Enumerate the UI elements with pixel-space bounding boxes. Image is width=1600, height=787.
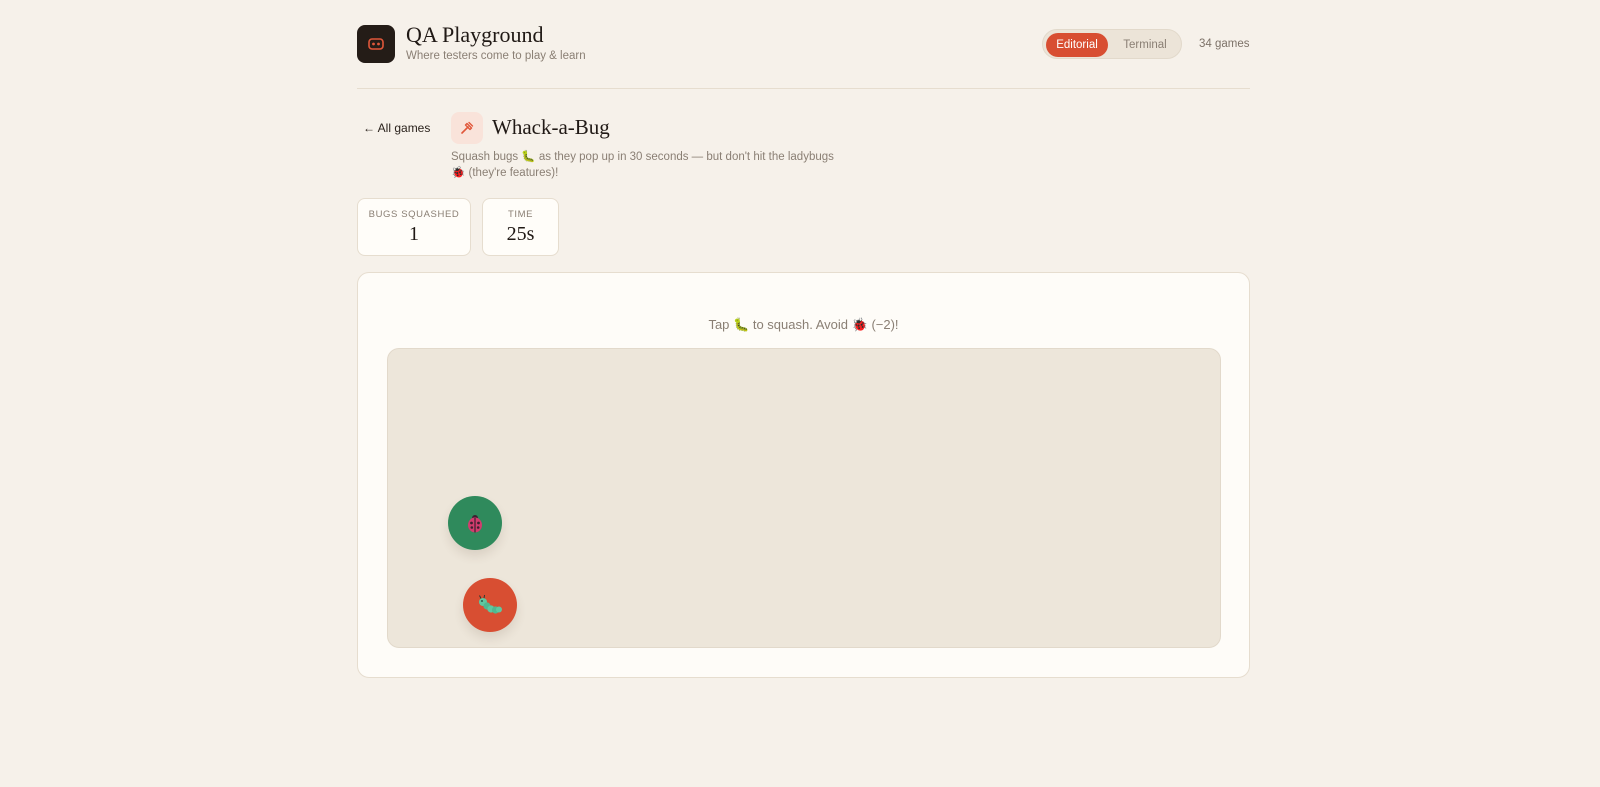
ladybug-icon: 🐞	[851, 317, 868, 332]
caterpillar-icon: 🐛	[733, 317, 750, 332]
instructions-text-1: Tap	[708, 317, 730, 332]
page: QA Playground Where testers come to play…	[0, 0, 1600, 787]
instructions-text-2: to squash. Avoid	[752, 317, 849, 332]
description-text-3: (they're features)!	[468, 167, 559, 179]
game-title: Whack-a-Bug	[492, 115, 610, 139]
description-text-1: Squash bugs	[451, 151, 519, 163]
time-stat: TIME 25s	[482, 198, 559, 256]
instructions-text-3: (−2)!	[871, 317, 899, 332]
ladybug-icon	[468, 515, 482, 533]
play-area	[387, 348, 1221, 648]
bugs-squashed-stat: BUGS SQUASHED 1	[357, 198, 471, 256]
game-board: Tap 🐛 to squash. Avoid 🐞 (−2)!	[357, 272, 1250, 678]
ladybug-icon: 🐞	[451, 167, 466, 179]
game-instructions: Tap 🐛 to squash. Avoid 🐞 (−2)!	[358, 317, 1249, 333]
site-subtitle: Where testers come to play & learn	[406, 50, 586, 62]
mode-toggle: Editorial Terminal	[1042, 29, 1182, 59]
robot-logo-icon[interactable]	[357, 25, 395, 63]
bugs-squashed-value: 1	[409, 223, 419, 245]
mode-terminal-button[interactable]: Terminal	[1113, 33, 1177, 57]
game-description: Squash bugs 🐛 as they pop up in 30 secon…	[451, 149, 851, 181]
description-text-2: as they pop up in 30 seconds — but don't…	[538, 151, 834, 163]
caterpillar-icon: 🐛	[521, 151, 536, 163]
bug-target[interactable]	[463, 578, 517, 632]
hammer-icon	[451, 112, 483, 144]
ladybug-target[interactable]	[448, 496, 502, 550]
main-container: QA Playground Where testers come to play…	[357, 0, 1250, 678]
bugs-squashed-label: BUGS SQUASHED	[368, 209, 460, 220]
site-header: QA Playground Where testers come to play…	[357, 0, 1250, 89]
games-count: 34 games	[1199, 38, 1250, 50]
mode-editorial-button[interactable]: Editorial	[1046, 33, 1108, 57]
time-value: 25s	[506, 223, 535, 245]
caterpillar-icon	[479, 594, 502, 614]
site-title: QA Playground	[406, 22, 544, 47]
back-to-games-link[interactable]: ← All games	[363, 121, 430, 135]
time-label: TIME	[507, 209, 534, 220]
